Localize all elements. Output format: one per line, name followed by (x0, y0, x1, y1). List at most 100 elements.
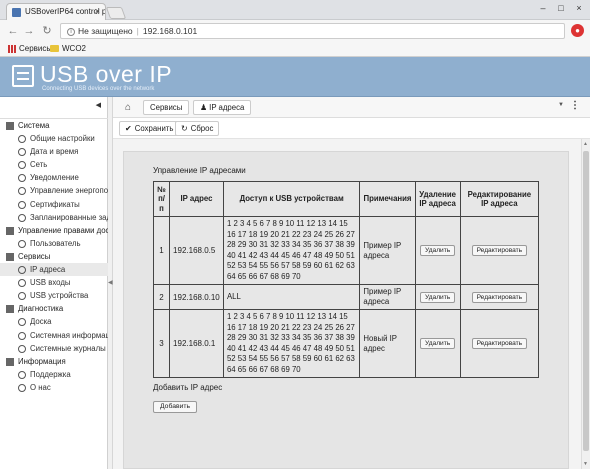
cell-ip: 192.168.0.5 (169, 216, 224, 285)
menu-item-icon (18, 135, 26, 144)
scroll-up-icon[interactable]: ▲ (583, 141, 588, 147)
tab-close-icon[interactable]: × (95, 6, 100, 16)
scrollbar[interactable]: ▲ ▼ (581, 139, 590, 469)
sidebar-item-label: USB входы (30, 278, 71, 288)
bookmark-apps[interactable]: Сервисы (8, 44, 52, 53)
apps-grid-icon (8, 44, 16, 53)
cell-ip: 192.168.0.10 (169, 284, 224, 310)
browser-tab[interactable]: USBoverIP64 control panel × (6, 3, 106, 20)
sidebar-item[interactable]: Общие настройки (0, 132, 108, 145)
forward-arrow-icon[interactable]: → (22, 24, 36, 38)
section-icon (6, 226, 14, 235)
sidebar-section[interactable]: Система (0, 119, 108, 132)
menu-item-icon (18, 279, 26, 288)
cell-number: 1 (152, 216, 171, 285)
breadcrumb-services[interactable]: Сервисы (143, 100, 190, 115)
folder-icon (50, 45, 59, 53)
splitter-arrow-icon: ◀ (108, 280, 113, 286)
sidebar-item-label: Пользователь (30, 238, 81, 248)
close-window-button[interactable]: × (572, 2, 586, 15)
sidebar-section[interactable]: Информация (0, 355, 108, 368)
cell-edit: Редактировать (459, 284, 540, 310)
cell-delete: Удалить (414, 284, 461, 310)
scroll-down-icon[interactable]: ▼ (583, 461, 588, 467)
sidebar-item-label: Диагностика (18, 304, 64, 314)
sidebar-item[interactable]: Управление энергопотр (0, 184, 108, 197)
edit-button[interactable]: Редактировать (471, 291, 528, 303)
add-ip-button[interactable]: Добавить (153, 401, 198, 413)
toolbar: ✔ Сохранить ↻ Сброс (113, 118, 590, 139)
sidebar-item[interactable]: Запланированные задан (0, 211, 108, 224)
sidebar-item-label: Дата и время (30, 147, 79, 157)
favicon-icon (12, 8, 21, 17)
sidebar-item[interactable]: USB устройства (0, 289, 108, 302)
edit-button[interactable]: Редактировать (471, 245, 528, 256)
delete-button[interactable]: Удалить (420, 291, 456, 303)
menu-item-icon (18, 239, 26, 248)
bookmark-folder[interactable]: WCO2 (50, 44, 86, 53)
sidebar-item[interactable]: Сертификаты (0, 198, 108, 211)
sidebar-item[interactable]: Доска (0, 315, 108, 328)
home-icon[interactable]: ⌂ (119, 100, 137, 115)
maximize-button[interactable]: □ (554, 2, 568, 15)
url-separator: | (136, 26, 139, 36)
cell-delete: Удалить (414, 216, 461, 285)
sidebar-section[interactable]: Управление правами доступ (0, 224, 108, 237)
bookmarks-bar: Сервисы WCO2 (0, 42, 590, 57)
col-edit: Редактирование IP адреса (459, 181, 540, 217)
info-icon[interactable]: i (67, 27, 75, 36)
sidebar-item[interactable]: USB входы (0, 276, 108, 289)
new-tab-button[interactable] (105, 7, 127, 19)
menu-item-icon (18, 318, 26, 327)
breadcrumb-ip-addresses[interactable]: ♟ IP адреса (193, 100, 252, 115)
menu-item-icon (18, 344, 26, 353)
scroll-thumb[interactable] (583, 151, 589, 451)
sidebar-item[interactable]: IP адреса (0, 263, 108, 277)
table-body: 1 192.168.0.5 1 2 3 4 5 6 7 8 9 10 11 12 1… (152, 216, 540, 378)
sidebar-item[interactable]: Поддержка (0, 368, 108, 381)
sidebar-item-label: Информация (18, 356, 66, 366)
sidebar-item-label: Общие настройки (30, 134, 95, 144)
sidebar-section[interactable]: Диагностика (0, 302, 108, 315)
cell-note: Новый IP адрес (359, 309, 416, 378)
address-bar[interactable]: i Не защищено | 192.168.0.101 (60, 23, 565, 39)
sidebar-item[interactable]: Дата и время (0, 145, 108, 158)
panel-title: Управление IP адресами (153, 166, 246, 175)
sidebar-item-label: Запланированные задан (30, 212, 108, 222)
sidebar-item-label: USB устройства (30, 291, 89, 301)
back-arrow-icon[interactable]: ← (6, 24, 20, 38)
menu-item-icon (18, 292, 26, 301)
section-icon (6, 305, 14, 314)
menu-item-icon (18, 174, 26, 183)
sidebar-item[interactable]: Пользователь (0, 237, 108, 250)
sidebar-item-label: Управление энергопотр (30, 186, 108, 196)
more-options-icon[interactable]: ⋮ (570, 100, 580, 111)
delete-button[interactable]: Удалить (420, 338, 456, 349)
sidebar-item[interactable]: Системная информация (0, 329, 108, 342)
sidebar-item-label: IP адреса (30, 265, 66, 275)
app-title: USB over IP (40, 61, 173, 87)
sidebar-item[interactable]: Уведомление (0, 171, 108, 184)
sidebar-menu: Система Общие настройки Дата и время Сеть Ув… (0, 118, 108, 394)
sidebar-section[interactable]: Сервисы (0, 250, 108, 263)
sidebar-item[interactable]: Системные журналы (0, 342, 108, 355)
reset-button[interactable]: ↻ Сброс (175, 121, 220, 136)
extension-icon[interactable]: ● (571, 24, 584, 37)
sidebar-item-label: Системные журналы (30, 343, 106, 353)
reload-icon[interactable]: ↻ (40, 24, 54, 38)
cell-access: 1 2 3 4 5 6 7 8 9 10 11 12 13 14 15 16 1… (222, 309, 361, 378)
cell-ip: 192.168.0.1 (169, 309, 224, 378)
sidebar-collapse-icon[interactable]: ◀ (96, 101, 101, 109)
chevron-down-icon[interactable]: ▼ (558, 102, 564, 108)
menu-item-icon (18, 187, 26, 196)
security-label: Не защищено (78, 26, 133, 36)
minimize-button[interactable]: – (536, 2, 550, 15)
delete-button[interactable]: Удалить (420, 245, 456, 256)
save-button[interactable]: ✔ Сохранить (119, 121, 180, 136)
sidebar-item[interactable]: О нас (0, 381, 108, 394)
app-subtitle: Connecting USB devices over the network (42, 86, 155, 92)
edit-button[interactable]: Редактировать (471, 338, 528, 349)
cell-edit: Редактировать (459, 309, 540, 378)
menu-item-icon (18, 331, 26, 340)
sidebar-item[interactable]: Сеть (0, 158, 108, 171)
